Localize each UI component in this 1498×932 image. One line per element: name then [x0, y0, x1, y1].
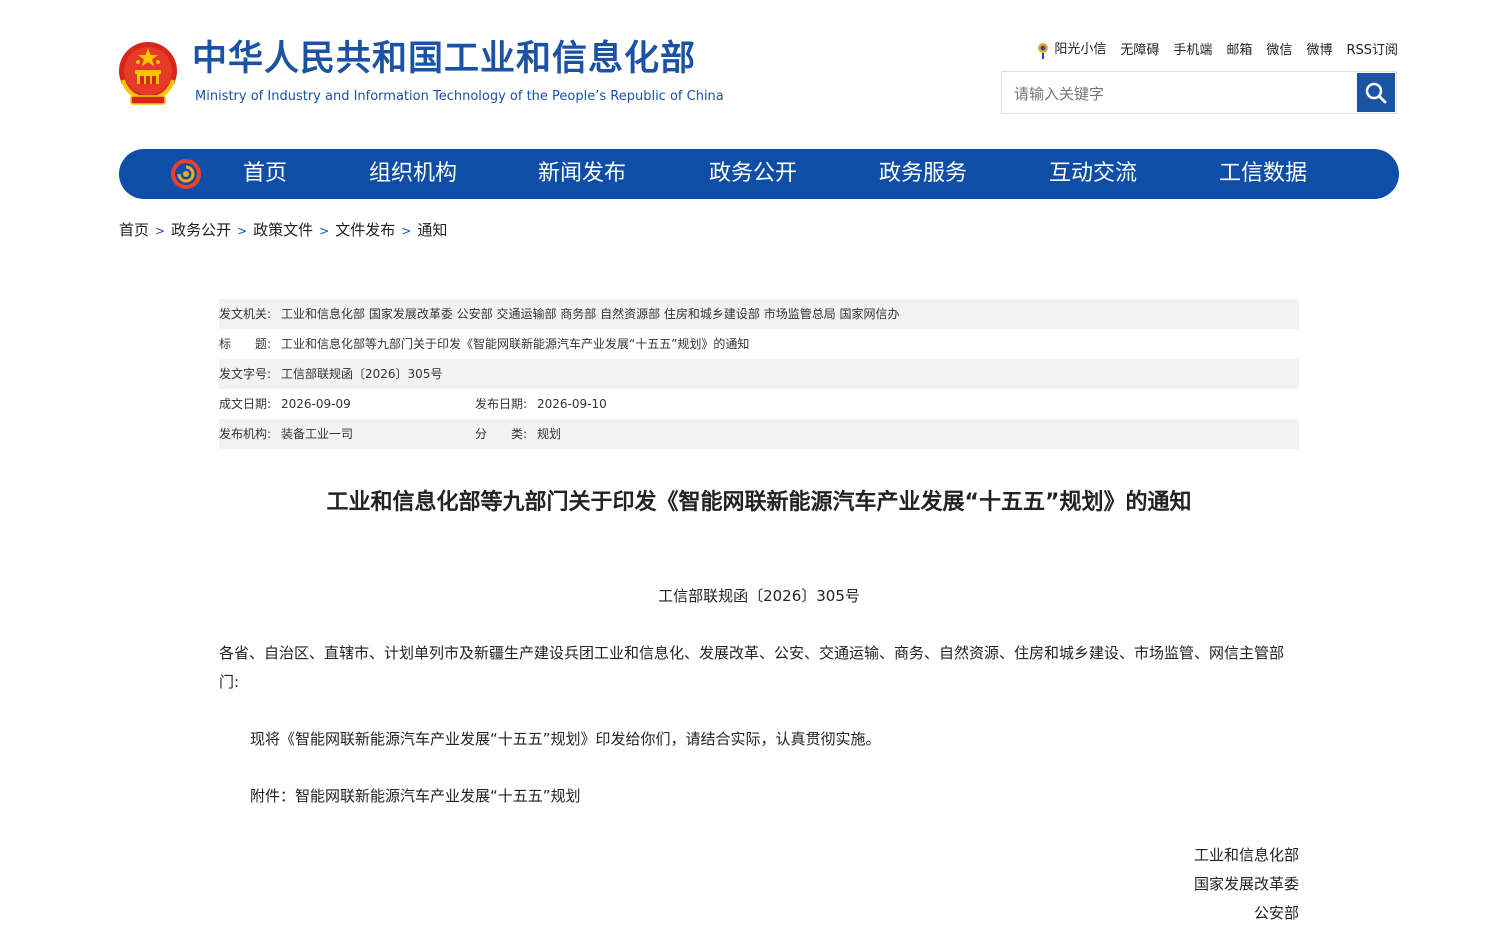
nav-government-affairs[interactable]: 政务公开 [709, 149, 797, 199]
meta-label: 发布日期: [475, 397, 528, 411]
search-button[interactable] [1357, 73, 1395, 112]
signature-mps: 公安部 [1253, 904, 1299, 922]
top-links: 阳光小信 无障碍 手机端 邮箱 微信 微博 RSS订阅 [1036, 38, 1398, 59]
article-recipients: 各省、自治区、直辖市、计划单列市及新疆生产建设兵团工业和信息化、发展改革、公安、… [219, 644, 1285, 691]
article-body: 现将《智能网联新能源汽车产业发展“十五五”规划》印发给你们，请结合实际，认真贯彻… [250, 730, 881, 748]
top-link-accessibility[interactable]: 无障碍 [1120, 39, 1159, 58]
signature-ndrc: 国家发展改革委 [1193, 875, 1299, 893]
nav-home[interactable]: 首页 [243, 149, 287, 199]
breadcrumb-separator: > [401, 224, 412, 238]
meta-category: 规划 [537, 427, 562, 441]
meta-written-date: 2026-09-09 [281, 397, 351, 411]
top-link-rss[interactable]: RSS订阅 [1346, 39, 1398, 58]
main-nav: 首页 组织机构 新闻发布 政务公开 政务服务 互动交流 工信数据 [119, 149, 1399, 199]
site-title[interactable]: 中华人民共和国工业和信息化部 [192, 42, 696, 77]
meta-label: 发文机关: [219, 307, 272, 321]
national-emblem-logo[interactable] [117, 40, 179, 106]
top-link-label: 阳光小信 [1054, 42, 1107, 57]
breadcrumb-notice[interactable]: 通知 [417, 221, 447, 239]
sunshine-icon [1038, 42, 1049, 59]
breadcrumb-separator: > [237, 224, 248, 238]
meta-row-dates: 成文日期: 2026-09-09 发布日期: 2026-09-10 [219, 389, 1299, 419]
meta-label: 成文日期: [219, 397, 272, 411]
article-title: 工业和信息化部等九部门关于印发《智能网联新能源汽车产业发展“十五五”规划》的通知 [326, 490, 1192, 515]
article-attachment-link[interactable]: 附件：智能网联新能源汽车产业发展“十五五”规划 [219, 782, 1299, 811]
breadcrumb-separator: > [155, 224, 166, 238]
meta-label: 发文字号: [219, 367, 272, 381]
meta-label: 标 题: [219, 337, 272, 351]
meta-issuer: 工业和信息化部 国家发展改革委 公安部 交通运输部 商务部 自然资源部 住房和城… [281, 307, 900, 321]
breadcrumb-separator: > [319, 224, 330, 238]
miit-emblem-icon [171, 159, 201, 189]
top-link-sunshine[interactable]: 阳光小信 [1036, 38, 1106, 59]
nav-interaction[interactable]: 互动交流 [1049, 149, 1137, 199]
search-input[interactable] [1012, 80, 1346, 108]
meta-row-docno: 发文字号: 工信部联规函〔2026〕305号 [219, 359, 1299, 389]
nav-news[interactable]: 新闻发布 [538, 149, 626, 199]
breadcrumb: 首页 > 政务公开 > 政策文件 > 文件发布 > 通知 [119, 219, 447, 240]
meta-subject: 工业和信息化部等九部门关于印发《智能网联新能源汽车产业发展“十五五”规划》的通知 [281, 337, 750, 351]
signature-miit: 工业和信息化部 [1193, 846, 1299, 864]
meta-org: 装备工业一司 [281, 427, 354, 441]
meta-row-issuer: 发文机关: 工业和信息化部 国家发展改革委 公安部 交通运输部 商务部 自然资源… [219, 299, 1299, 329]
meta-published-date: 2026-09-10 [537, 397, 607, 411]
meta-label: 分 类: [475, 427, 528, 441]
nav-organization[interactable]: 组织机构 [369, 149, 457, 199]
breadcrumb-home[interactable]: 首页 [119, 221, 149, 239]
meta-row-org: 发布机构: 装备工业一司 分 类: 规划 [219, 419, 1299, 449]
document-metadata: 发文机关: 工业和信息化部 国家发展改革委 公安部 交通运输部 商务部 自然资源… [219, 299, 1299, 449]
search-box [1001, 71, 1397, 114]
nav-services[interactable]: 政务服务 [879, 149, 967, 199]
top-link-mobile[interactable]: 手机端 [1173, 39, 1212, 58]
meta-docno: 工信部联规函〔2026〕305号 [281, 367, 443, 381]
meta-row-subject: 标 题: 工业和信息化部等九部门关于印发《智能网联新能源汽车产业发展“十五五”规… [219, 329, 1299, 359]
top-link-wechat[interactable]: 微信 [1266, 39, 1292, 58]
nav-data[interactable]: 工信数据 [1219, 149, 1307, 199]
site-subtitle-english: Ministry of Industry and Information Tec… [195, 89, 724, 104]
meta-label: 发布机构: [219, 427, 272, 441]
breadcrumb-policy-files[interactable]: 政策文件 [253, 221, 313, 239]
article-doc-number: 工信部联规函〔2026〕305号 [658, 587, 860, 605]
top-link-weibo[interactable]: 微博 [1306, 39, 1332, 58]
search-icon [1365, 82, 1387, 103]
top-link-email[interactable]: 邮箱 [1226, 39, 1252, 58]
breadcrumb-file-release[interactable]: 文件发布 [335, 221, 395, 239]
breadcrumb-government-affairs[interactable]: 政务公开 [171, 221, 231, 239]
